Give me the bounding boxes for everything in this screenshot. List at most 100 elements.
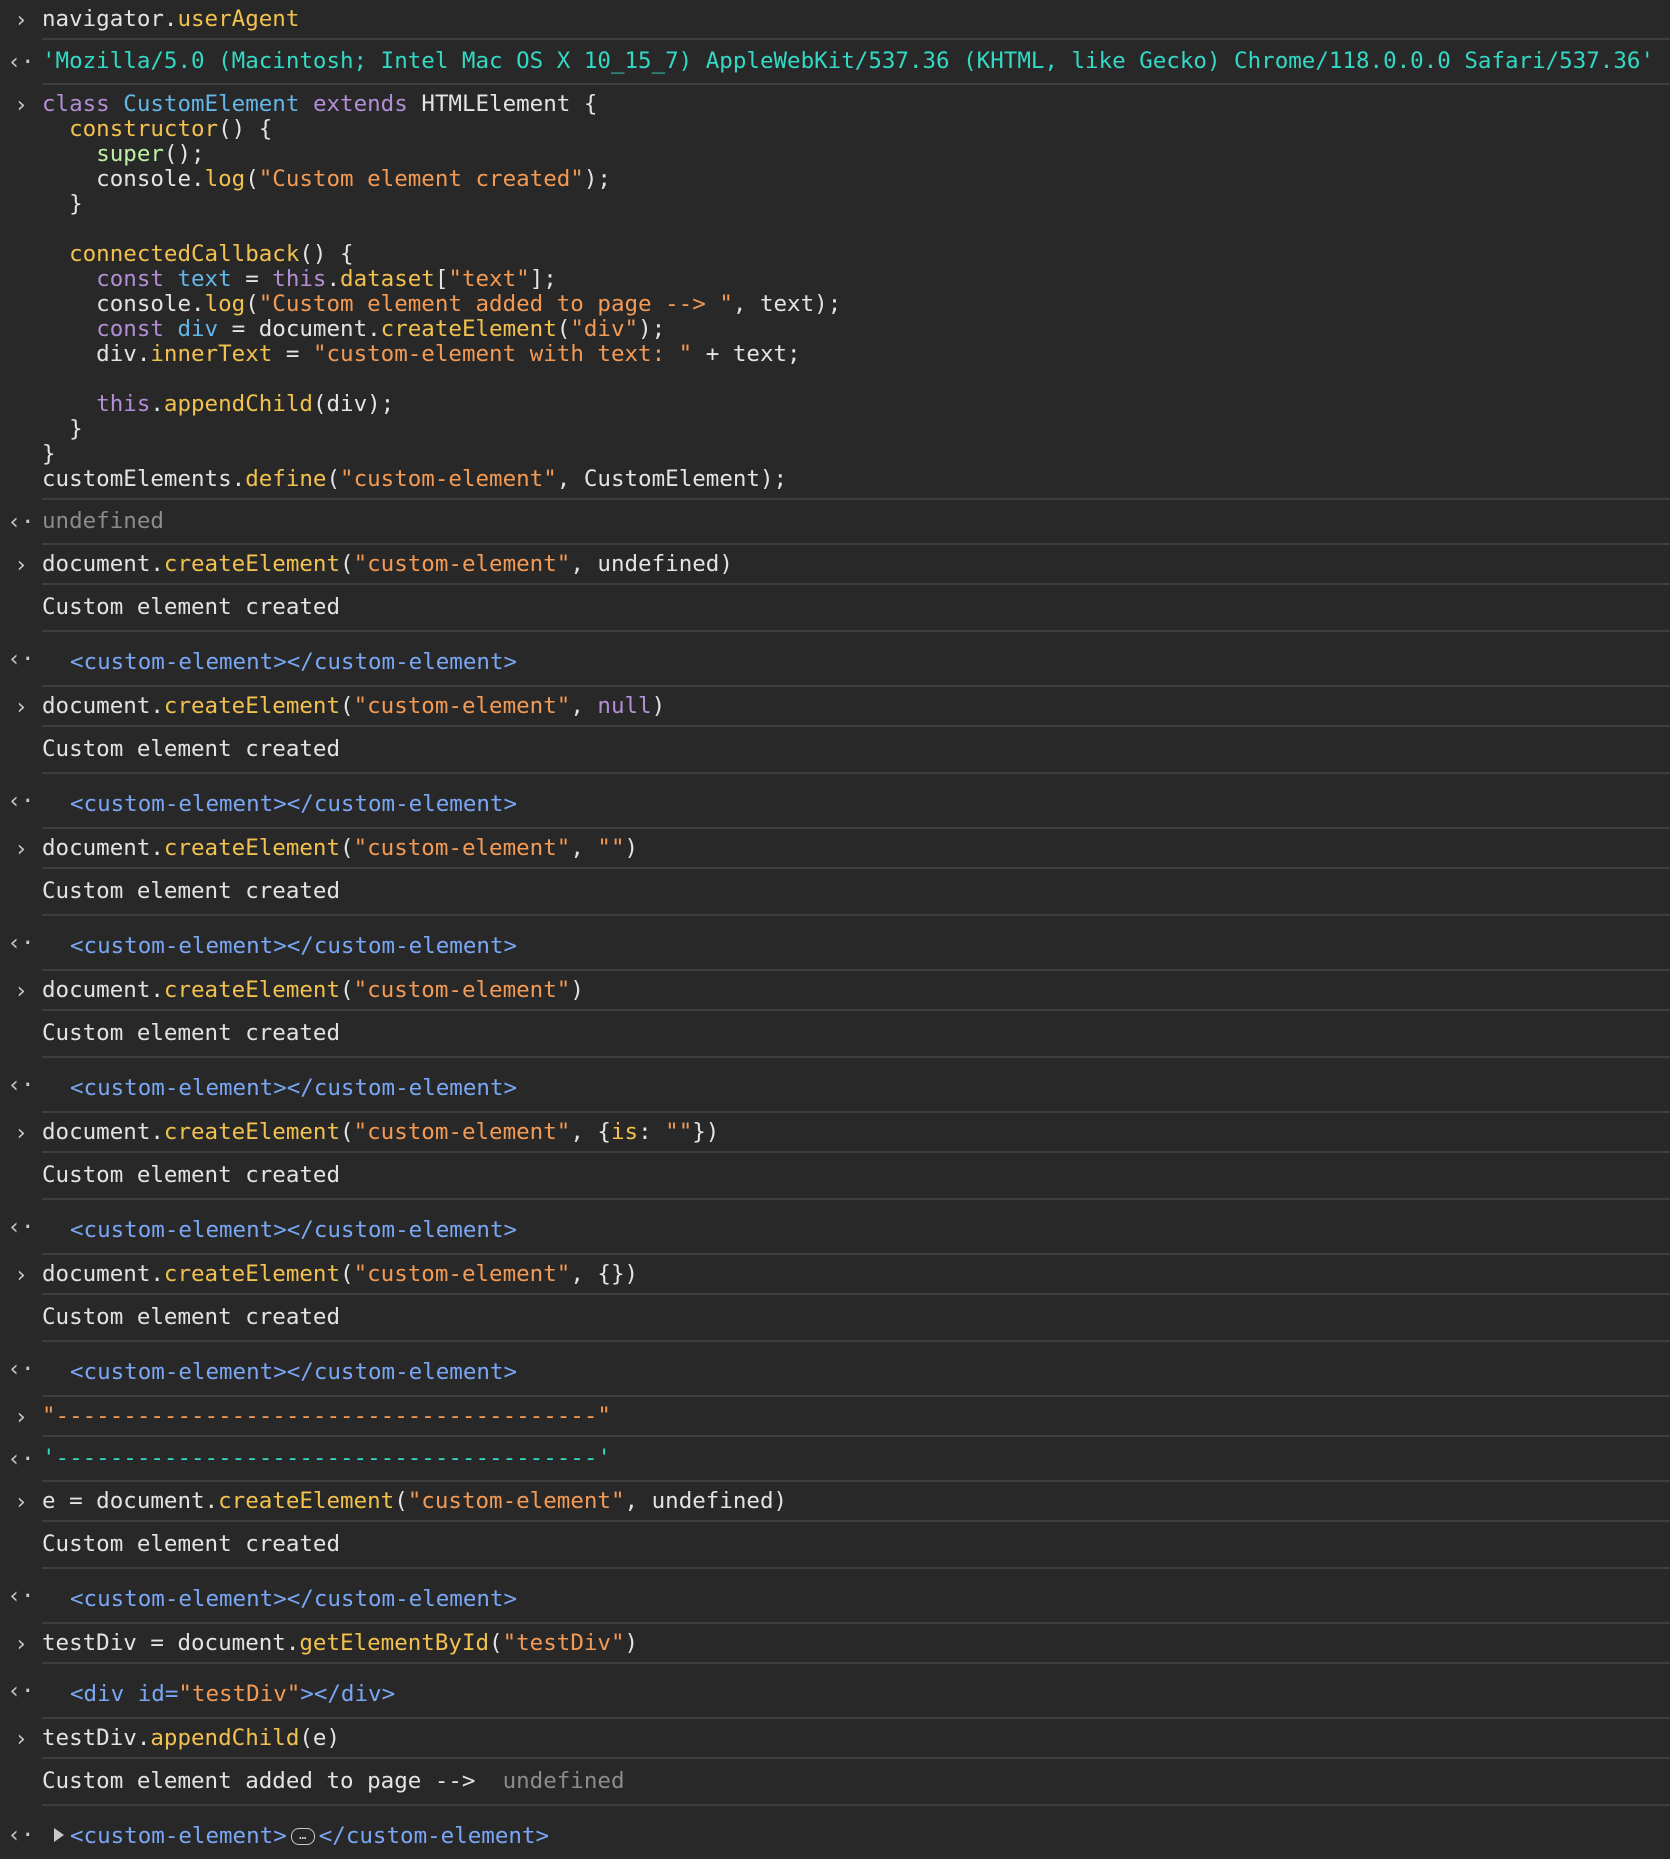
input-text: document.createElement("custom-element",… [42,829,1670,867]
token-plain: , CustomElement); [556,466,788,492]
token-str: "Custom element added to page --> " [258,291,733,317]
console-log-entry: Custom element created [42,1522,1670,1569]
input-text: "---------------------------------------… [42,1397,1670,1435]
token-log: Custom element created [42,1531,341,1557]
expand-triangle-icon[interactable] [54,1828,64,1842]
console-result-entry[interactable]: ‹· <custom-element></custom-element> [7,1569,1670,1624]
code-line: Custom element created [42,737,1670,762]
token-func: getElementById [299,1630,490,1656]
prompt-chevron-icon: › [14,694,28,720]
token-plain: ( [340,1261,354,1287]
prompt-chevron-icon: › [14,1120,28,1146]
console-input-entry[interactable]: › document.createElement("custom-element"… [14,545,1670,585]
token-tag: <custom-element></custom-element> [70,1217,518,1243]
token-log: Custom element created [42,1020,341,1046]
console-result-entry[interactable]: ‹· <custom-element></custom-element> [7,632,1670,687]
console-input-entry[interactable]: › navigator.userAgent [14,0,1670,40]
code-line: document.createElement("custom-element",… [42,836,1670,861]
console-result-entry[interactable]: ‹· 'Mozilla/5.0 (Macintosh; Intel Mac OS … [7,40,1670,85]
result-text: <custom-element></custom-element> [42,1342,1670,1395]
prompt-chevron-icon: › [14,1631,28,1657]
console-input-entry[interactable]: › "--------------------------------------… [14,1397,1670,1437]
console-result-entry[interactable]: ‹· '-------------------------------------… [7,1437,1670,1482]
code-line: Custom element created [42,595,1670,620]
token-tag: <div [70,1681,138,1707]
prompt-chevron-icon: › [14,1262,28,1288]
code-line: ​ [42,217,1670,242]
code-line: document.createElement("custom-element",… [42,552,1670,577]
input-text: testDiv.appendChild(e) [42,1719,1670,1757]
console-log-entry: Custom element created [42,585,1670,632]
token-plain: document. [42,1261,164,1287]
token-str: "custom-element" [353,1119,571,1145]
prompt-chevron-icon: › [14,552,28,578]
token-func: log [204,166,246,192]
code-line: 'Mozilla/5.0 (Macintosh; Intel Mac OS X … [42,49,1670,74]
console-result-entry[interactable]: ‹· <custom-element></custom-element> [7,916,1670,971]
token-str: "Custom element created" [258,166,584,192]
console-result-entry[interactable]: ‹· <custom-element>… </custom-element> [7,1806,1670,1859]
code-line: <custom-element>… </custom-element> [42,1824,1670,1849]
code-line: testDiv.appendChild(e) [42,1726,1670,1751]
console-result-entry[interactable]: ‹· <custom-element></custom-element> [7,1200,1670,1255]
token-res: '---------------------------------------… [42,1445,611,1471]
token-plain: ( [340,693,354,719]
token-prop: is [610,1119,639,1145]
console-input-entry[interactable]: › document.createElement("custom-element"… [14,829,1670,869]
token-kw: null [597,693,652,719]
input-text: document.createElement("custom-element",… [42,545,1670,583]
prompt-chevron-icon: › [14,1489,28,1515]
code-line: console.log("Custom element created"); [42,167,1670,192]
result-arrow-icon: ‹· [7,1072,35,1098]
token-plain: HTMLElement { [421,91,598,117]
token-var: div [177,316,219,342]
prompt-chevron-icon: › [14,978,28,1004]
collapsed-children-icon[interactable]: … [290,1828,315,1845]
token-plain: = document. [218,316,381,342]
code-line: class CustomElement extends HTMLElement … [42,92,1670,117]
token-plain: } [42,191,83,217]
token-plain: ) [624,835,639,861]
code-line: <custom-element></custom-element> [42,1218,1670,1243]
console-input-entry[interactable]: › class CustomElement extends HTMLElement… [14,85,1670,500]
console-input-entry[interactable]: › document.createElement("custom-element"… [14,971,1670,1011]
prompt-chevron-icon: › [14,1404,28,1430]
console-input-entry[interactable]: › document.createElement("custom-element"… [14,1255,1670,1295]
token-plain: ( [340,551,354,577]
token-log: Custom element created [42,1162,341,1188]
token-plain: = [272,341,313,367]
token-plain: testDiv. [42,1725,151,1751]
console-input-entry[interactable]: › e = document.createElement("custom-elem… [14,1482,1670,1522]
result-arrow-icon: ‹· [7,1822,35,1848]
console-result-entry[interactable]: ‹· <div id="testDiv"></div> [7,1664,1670,1719]
console-result-entry[interactable]: ‹· <custom-element></custom-element> [7,1058,1670,1113]
console-input-entry[interactable]: › testDiv.appendChild(e) [14,1719,1670,1759]
console-result-entry[interactable]: ‹· <custom-element></custom-element> [7,1342,1670,1397]
token-str: "custom-element" [353,693,571,719]
input-text: class CustomElement extends HTMLElement … [42,85,1670,498]
console-input-entry[interactable]: › testDiv = document.getElementById("test… [14,1624,1670,1664]
code-line: <custom-element></custom-element> [42,792,1670,817]
token-plain: ( [556,316,571,342]
code-line: <custom-element></custom-element> [42,1076,1670,1101]
console-result-entry[interactable]: ‹· <custom-element></custom-element> [7,774,1670,829]
token-tag: <custom-element></custom-element> [70,791,518,817]
console-result-entry[interactable]: ‹· undefined [7,500,1670,545]
code-line: this.appendChild(div); [42,392,1670,417]
token-plain: ( [245,166,259,192]
token-func: createElement [218,1488,395,1514]
code-line: customElements.define("custom-element", … [42,467,1670,492]
console-input-entry[interactable]: › document.createElement("custom-element"… [14,1113,1670,1153]
token-undef: undefined [42,508,164,534]
token-var: text [177,266,232,292]
code-line: <custom-element></custom-element> [42,650,1670,675]
log-text: Custom element created [42,1011,1670,1056]
token-fdecl: connectedCallback [69,241,300,267]
console-input-entry[interactable]: › document.createElement("custom-element"… [14,687,1670,727]
token-tag: <custom-element></custom-element> [70,1586,518,1612]
token-prop: userAgent [177,6,300,32]
result-arrow-icon: ‹· [7,1678,35,1704]
log-text: Custom element created [42,1153,1670,1198]
code-line: <custom-element></custom-element> [42,934,1670,959]
